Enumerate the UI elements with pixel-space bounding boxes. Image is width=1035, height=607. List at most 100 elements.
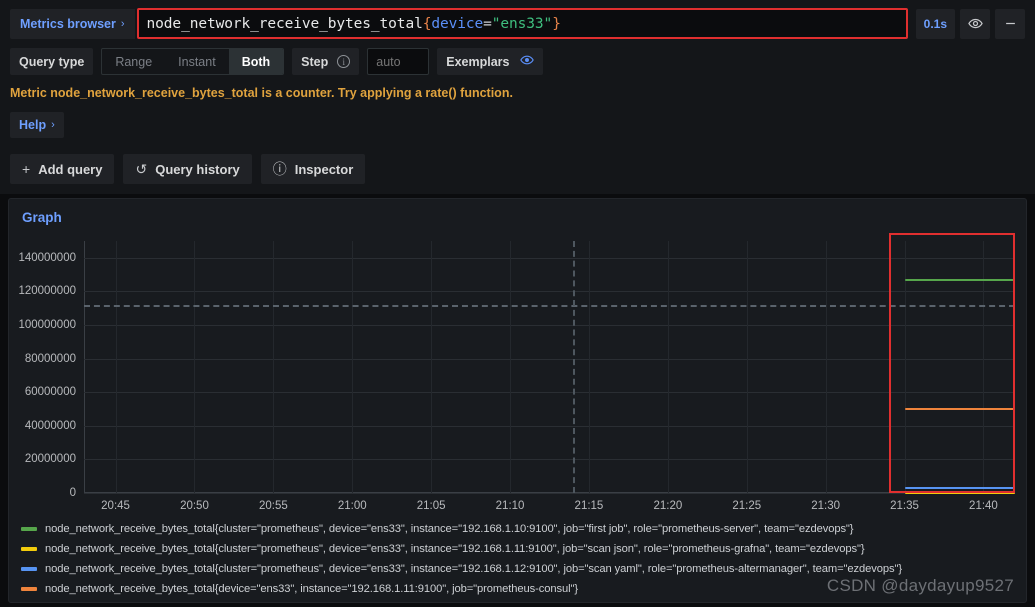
x-axis-tick-label: 21:05 [416,500,446,512]
x-gridline [194,241,196,493]
y-gridline [84,257,1015,259]
query-type-option-range[interactable]: Range [102,49,165,74]
y-axis-tick-label: 40000000 [24,419,76,432]
info-circle-icon[interactable]: i [337,55,351,68]
time-range-selection-box [888,233,1015,493]
query-history-button[interactable]: ↺ Query history [123,154,252,184]
legend-item[interactable]: node_network_receive_bytes_total{cluster… [21,539,1016,559]
add-query-label: Add query [38,161,103,177]
x-gridline [588,241,590,493]
x-gridline [667,241,669,493]
x-gridline [746,241,748,493]
query-editor-section: Metrics browser › node_network_receive_b… [0,0,1035,195]
threshold-line [84,304,1015,307]
add-query-button[interactable]: + Add query [10,154,115,184]
x-axis-tick-label: 21:30 [811,500,841,512]
chevron-right-icon: › [51,119,55,131]
series-line-0 [904,278,1015,281]
promql-query-input[interactable]: node_network_receive_bytes_total{device=… [136,8,908,39]
query-type-label: Query type [10,48,94,75]
y-gridline [84,325,1015,326]
x-axis-tick-label: 21:20 [653,500,683,512]
y-axis-tick-label: 0 [69,487,76,499]
query-actions: + Add query ↺ Query history ⓘ Inspector [10,154,1025,184]
help-button[interactable]: Help › [10,112,64,138]
legend-series-label: node_network_receive_bytes_total{device=… [45,583,578,595]
x-gridline [431,241,433,493]
graph-panel: Graph 0 20000000 40000000 60000000 80000000 1… [8,198,1027,603]
x-axis-tick-label: 21:40 [969,500,998,512]
collapse-query-button[interactable] [995,8,1025,39]
plus-icon: + [22,161,31,177]
query-type-option-instant[interactable]: Instant [165,49,229,74]
chevron-right-icon: › [120,17,125,30]
x-gridline [510,241,512,493]
series-line-3 [904,407,1015,410]
y-axis-tick-label: 80000000 [24,352,76,365]
watermark-text: CSDN @daydayup9527 [826,576,1014,595]
query-input-row: Metrics browser › node_network_receive_b… [10,8,1025,39]
y-axis-tick-label: 100000000 [18,319,76,331]
query-token-equals: = [483,15,492,32]
series-line-1 [904,492,1015,494]
x-axis-tick-label: 20:50 [180,500,209,512]
y-gridline [84,291,1015,293]
graph-plot-area[interactable]: 0 20000000 40000000 60000000 80000000 1000000… [9,233,1026,515]
x-axis-tick-label: 21:25 [732,500,762,512]
promql-query-text: node_network_receive_bytes_total{device=… [147,16,561,32]
legend-color-swatch [21,567,37,571]
query-type-option-both[interactable]: Both [228,49,284,74]
x-axis-tick-label: 21:10 [495,500,525,512]
panel-title: Graph [22,210,62,225]
step-input[interactable] [367,48,430,75]
step-label: Step [301,54,329,69]
history-icon: ↺ [135,160,148,177]
inspector-button[interactable]: ⓘ Inspector [260,154,366,184]
query-token-string: "ens33" [491,15,553,32]
y-gridline [84,425,1015,427]
y-gridline [84,392,1015,394]
y-axis-tick-label: 120000000 [18,285,76,298]
x-gridline [273,241,275,493]
query-token-label-key: device [431,15,484,32]
step-label-box: Step i [292,48,360,75]
help-label: Help [19,118,47,132]
exemplars-toggle[interactable]: Exemplars [437,48,544,75]
legend-series-label: node_network_receive_bytes_total{cluster… [45,523,854,535]
plot-canvas[interactable]: 0 20000000 40000000 60000000 80000000 1000000… [18,233,1015,512]
query-row-controls: 0.1s [915,8,1025,39]
legend-color-swatch [21,547,37,551]
legend-item[interactable]: node_network_receive_bytes_total{cluster… [21,519,1016,539]
metrics-browser-label: Metrics browser [20,16,116,31]
y-axis-tick-label: 20000000 [24,453,76,466]
x-axis-tick-label: 21:15 [574,500,604,512]
legend-series-label: node_network_receive_bytes_total{cluster… [45,543,865,555]
counter-hint-message: Metric node_network_receive_bytes_total … [10,86,513,100]
query-token-metric: node_network_receive_bytes_total [146,15,423,32]
info-circle-icon: ⓘ [272,161,287,177]
y-axis-tick-label: 140000000 [18,251,76,264]
grafana-explore-page: Metrics browser › node_network_receive_b… [0,0,1035,607]
inspector-label: Inspector [294,161,354,177]
y-axis-line [84,241,85,493]
metrics-browser-button[interactable]: Metrics browser › [10,8,135,39]
exemplars-eye-icon[interactable] [520,53,535,70]
legend-color-swatch [21,527,37,531]
y-axis-tick-label: 60000000 [24,386,76,399]
eye-icon[interactable] [960,8,990,39]
y-gridline [84,493,1015,494]
cursor-line [573,241,576,493]
y-gridline [84,459,1015,461]
x-gridline [115,241,117,493]
query-history-label: Query history [155,161,240,177]
x-gridline [825,241,827,493]
query-options-row: Query type Range Instant Both Step i Exe… [10,48,1025,75]
x-axis-tick-label: 20:45 [101,500,130,512]
query-timing-badge: 0.1s [915,8,955,39]
series-line-2 [904,486,1015,489]
x-axis-tick-label: 21:35 [890,500,919,512]
exemplars-label: Exemplars [446,54,510,69]
legend-series-label: node_network_receive_bytes_total{cluster… [45,563,902,575]
query-type-radio-group[interactable]: Range Instant Both [101,48,285,75]
y-gridline [84,358,1015,360]
